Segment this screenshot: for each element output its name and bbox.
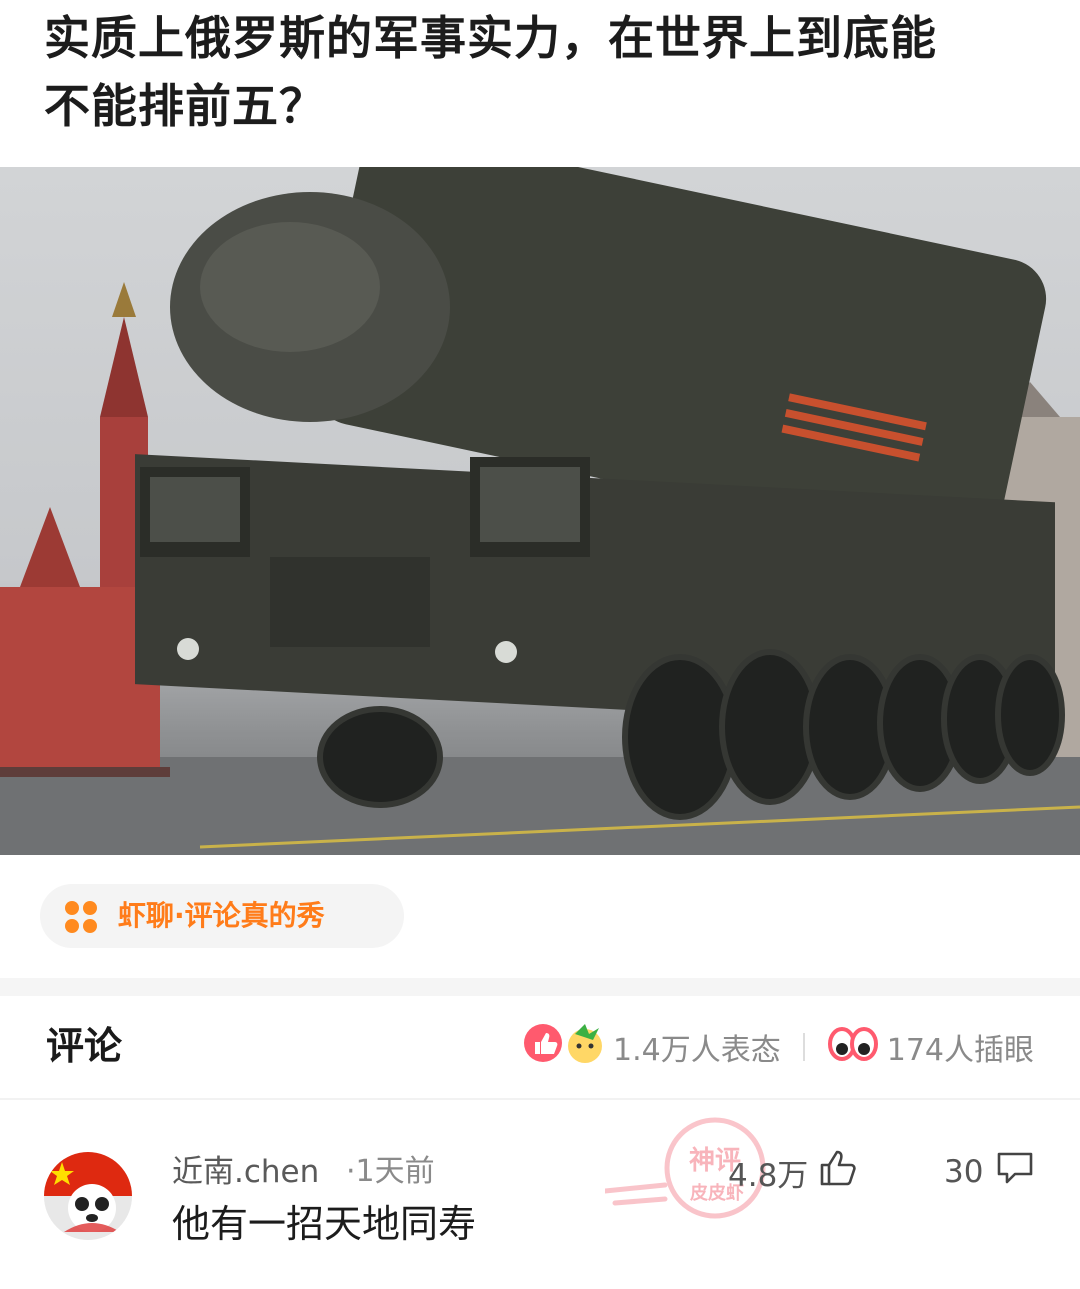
section-divider: [0, 978, 1080, 996]
post-title-line-2: 不能排前五？: [44, 79, 326, 133]
views-count: 174人插眼: [886, 1033, 1034, 1068]
stats-divider: [802, 1033, 805, 1061]
comment-username[interactable]: 近南.chen: [172, 1152, 319, 1192]
thumbs-up-icon: [818, 1148, 858, 1196]
reaction-count: 1.4万人表态: [613, 1033, 781, 1068]
topic-chip[interactable]: 虾聊·评论真的秀: [40, 884, 404, 948]
four-dots-icon: [65, 901, 97, 933]
post-title-line-1: 实质上俄罗斯的军事实力，在世界上到底能: [44, 11, 937, 65]
comment-text: 他有一招天地同寿: [172, 1202, 477, 1246]
post-title: 实质上俄罗斯的军事实力，在世界上到底能 不能排前五？: [44, 4, 1044, 140]
like-count: 4.8万: [728, 1157, 809, 1194]
missile-truck-illustration: [0, 167, 1080, 855]
reply-count: 30: [944, 1154, 984, 1190]
post-image[interactable]: [0, 167, 1080, 855]
comment-bubble-icon: [995, 1148, 1035, 1196]
reply-button[interactable]: 30: [944, 1148, 1035, 1196]
topic-label: 虾聊·评论真的秀: [118, 899, 325, 932]
header-divider: [0, 1098, 1080, 1100]
avatar[interactable]: [44, 1152, 132, 1240]
eyes-icon: [827, 1023, 879, 1071]
comment-stats: 1.4万人表态 174人插眼: [521, 1022, 1034, 1072]
reaction-emoji-icon: [521, 1020, 613, 1074]
comments-title: 评论: [46, 1024, 123, 1068]
comment-time: ·1天前: [346, 1154, 435, 1189]
like-button[interactable]: 4.8万: [728, 1148, 858, 1196]
